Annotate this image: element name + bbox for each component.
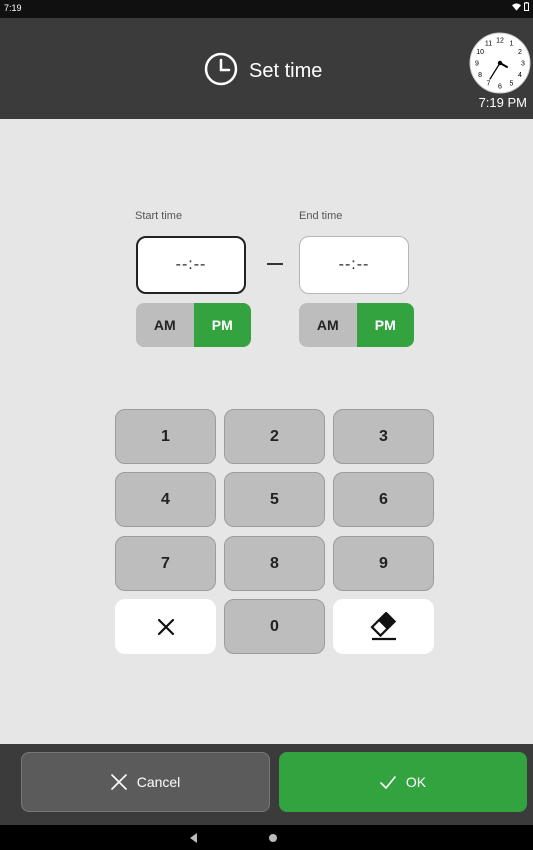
end-time-field[interactable]: --:-- [299, 236, 409, 294]
key-7-button[interactable]: 7 [115, 536, 216, 591]
clock-numeral: 3 [521, 61, 525, 68]
ok-label: OK [405, 774, 427, 790]
key-8-button[interactable]: 8 [224, 536, 325, 591]
clock-numeral: 8 [478, 72, 482, 79]
end-time-label: End time [299, 210, 343, 222]
status-time: 7:19 [4, 3, 22, 13]
header: Set time 12 1 2 3 4 5 6 7 8 9 10 11 7:19 PM [0, 18, 533, 119]
clock-numeral: 1 [510, 41, 514, 48]
clock-time: 7:19 PM [478, 95, 527, 110]
close-icon [110, 774, 127, 790]
wifi-icon [512, 3, 522, 11]
analog-clock-icon: 12 1234567891011 [469, 32, 531, 94]
clear-button[interactable] [115, 599, 216, 654]
cancel-button[interactable]: Cancel [21, 752, 270, 812]
clock-icon [204, 52, 238, 86]
start-pm-button[interactable]: PM [193, 303, 251, 347]
start-time-field[interactable]: --:-- [136, 236, 246, 294]
clock-numeral: 5 [510, 80, 514, 87]
start-am-button[interactable]: AM [136, 303, 194, 347]
key-9-button[interactable]: 9 [333, 536, 434, 591]
checkmark-icon [380, 775, 396, 789]
clock-numeral: 4 [518, 72, 522, 79]
clock-numeral: 7 [487, 80, 491, 87]
clock-numeral: 11 [485, 41, 492, 48]
key-5-button[interactable]: 5 [224, 472, 325, 527]
back-nav-icon[interactable] [190, 833, 197, 843]
key-0-button[interactable]: 0 [224, 599, 325, 654]
start-time-label: Start time [135, 210, 183, 222]
home-nav-icon[interactable] [269, 834, 277, 842]
end-ampm-toggle: AM PM [299, 303, 414, 347]
clock-numeral: 12 [496, 38, 504, 45]
status-bar: 7:19 [0, 0, 533, 18]
key-4-button[interactable]: 4 [115, 472, 216, 527]
key-1-button[interactable]: 1 [115, 409, 216, 464]
clock-numeral: 2 [518, 49, 522, 56]
clock-numeral: 6 [498, 84, 502, 91]
backspace-button[interactable] [333, 599, 434, 654]
key-3-button[interactable]: 3 [333, 409, 434, 464]
close-icon [157, 618, 174, 635]
range-separator [267, 263, 283, 265]
key-6-button[interactable]: 6 [333, 472, 434, 527]
action-bar: Cancel OK [0, 744, 533, 825]
eraser-icon [369, 611, 396, 640]
start-ampm-toggle: AM PM [136, 303, 251, 347]
cancel-label: Cancel [136, 774, 181, 790]
end-pm-button[interactable]: PM [356, 303, 414, 347]
ok-button[interactable]: OK [279, 752, 527, 812]
battery-icon [524, 2, 529, 11]
clock-numeral: 9 [475, 61, 479, 68]
page-title: Set time [249, 60, 323, 82]
status-icons [512, 2, 529, 13]
clock-numeral: 10 [476, 49, 484, 56]
end-am-button[interactable]: AM [299, 303, 357, 347]
key-2-button[interactable]: 2 [224, 409, 325, 464]
navigation-bar [0, 825, 533, 850]
